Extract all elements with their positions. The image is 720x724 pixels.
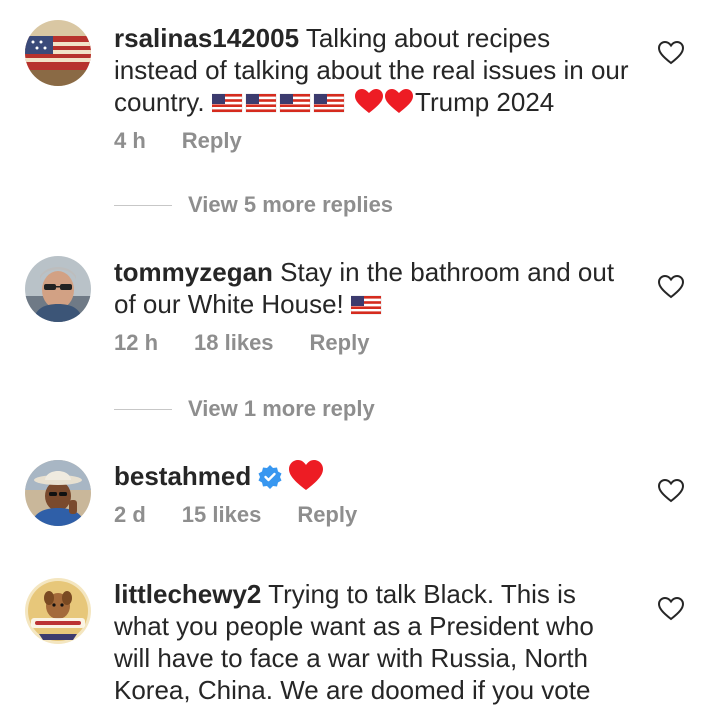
comment-meta: 4 h Reply — [114, 128, 634, 154]
view-more-label[interactable]: View 5 more replies — [188, 192, 393, 218]
verified-badge-icon — [258, 465, 282, 489]
view-more-label[interactable]: View 1 more reply — [188, 396, 375, 422]
us-flag-icon — [351, 295, 382, 315]
view-more-replies[interactable]: View 1 more reply — [114, 396, 375, 422]
flag-emoji — [351, 289, 383, 319]
view-more-replies[interactable]: View 5 more replies — [114, 192, 393, 218]
us-flag-icon — [211, 93, 345, 113]
best-friends-avatar-icon — [25, 578, 91, 644]
divider — [114, 204, 172, 206]
heart-outline-icon — [657, 40, 685, 65]
us-flag-avatar-icon — [25, 20, 91, 86]
reply-button[interactable]: Reply — [310, 330, 370, 356]
avatar[interactable] — [25, 256, 91, 322]
comment-text: littlechewy2 Trying to talk Black. This … — [114, 578, 634, 706]
heart-outline-icon — [657, 596, 685, 621]
avatar[interactable] — [25, 578, 91, 644]
red-heart-emoji — [355, 87, 415, 117]
comment-text: rsalinas142005 Talking about recipes ins… — [114, 22, 634, 118]
red-heart-emoji — [283, 460, 324, 491]
heart-outline-icon — [657, 478, 685, 503]
divider — [114, 408, 172, 410]
comment-text: bestahmed — [114, 460, 634, 492]
like-button[interactable] — [657, 478, 685, 504]
comment-username[interactable]: bestahmed — [114, 461, 251, 491]
comment-username[interactable]: tommyzegan — [114, 257, 273, 287]
like-button[interactable] — [657, 596, 685, 622]
reply-button[interactable]: Reply — [297, 502, 357, 528]
like-button[interactable] — [657, 274, 685, 300]
comment-username[interactable]: littlechewy2 — [114, 579, 261, 609]
comment-text: tommyzegan Stay in the bathroom and out … — [114, 256, 634, 320]
comment-time[interactable]: 4 h — [114, 128, 146, 154]
comment-meta: 12 h 18 likes Reply — [114, 330, 634, 356]
red-heart-icon — [289, 460, 324, 490]
man-cowboy-hat-avatar-icon — [25, 460, 91, 526]
man-sunglasses-avatar-icon — [25, 256, 91, 322]
comment-body-suffix: Trump 2024 — [415, 87, 555, 117]
comment-likes[interactable]: 15 likes — [182, 502, 262, 528]
reply-button[interactable]: Reply — [182, 128, 242, 154]
avatar[interactable] — [25, 20, 91, 86]
comment-username[interactable]: rsalinas142005 — [114, 23, 299, 53]
comment-time[interactable]: 2 d — [114, 502, 146, 528]
flag-emoji — [211, 87, 355, 117]
comment-meta: 2 d 15 likes Reply — [114, 502, 634, 528]
avatar[interactable] — [25, 460, 91, 526]
red-heart-icon — [355, 89, 414, 113]
comment-likes[interactable]: 18 likes — [194, 330, 274, 356]
like-button[interactable] — [657, 40, 685, 66]
comment-time[interactable]: 12 h — [114, 330, 158, 356]
heart-outline-icon — [657, 274, 685, 299]
